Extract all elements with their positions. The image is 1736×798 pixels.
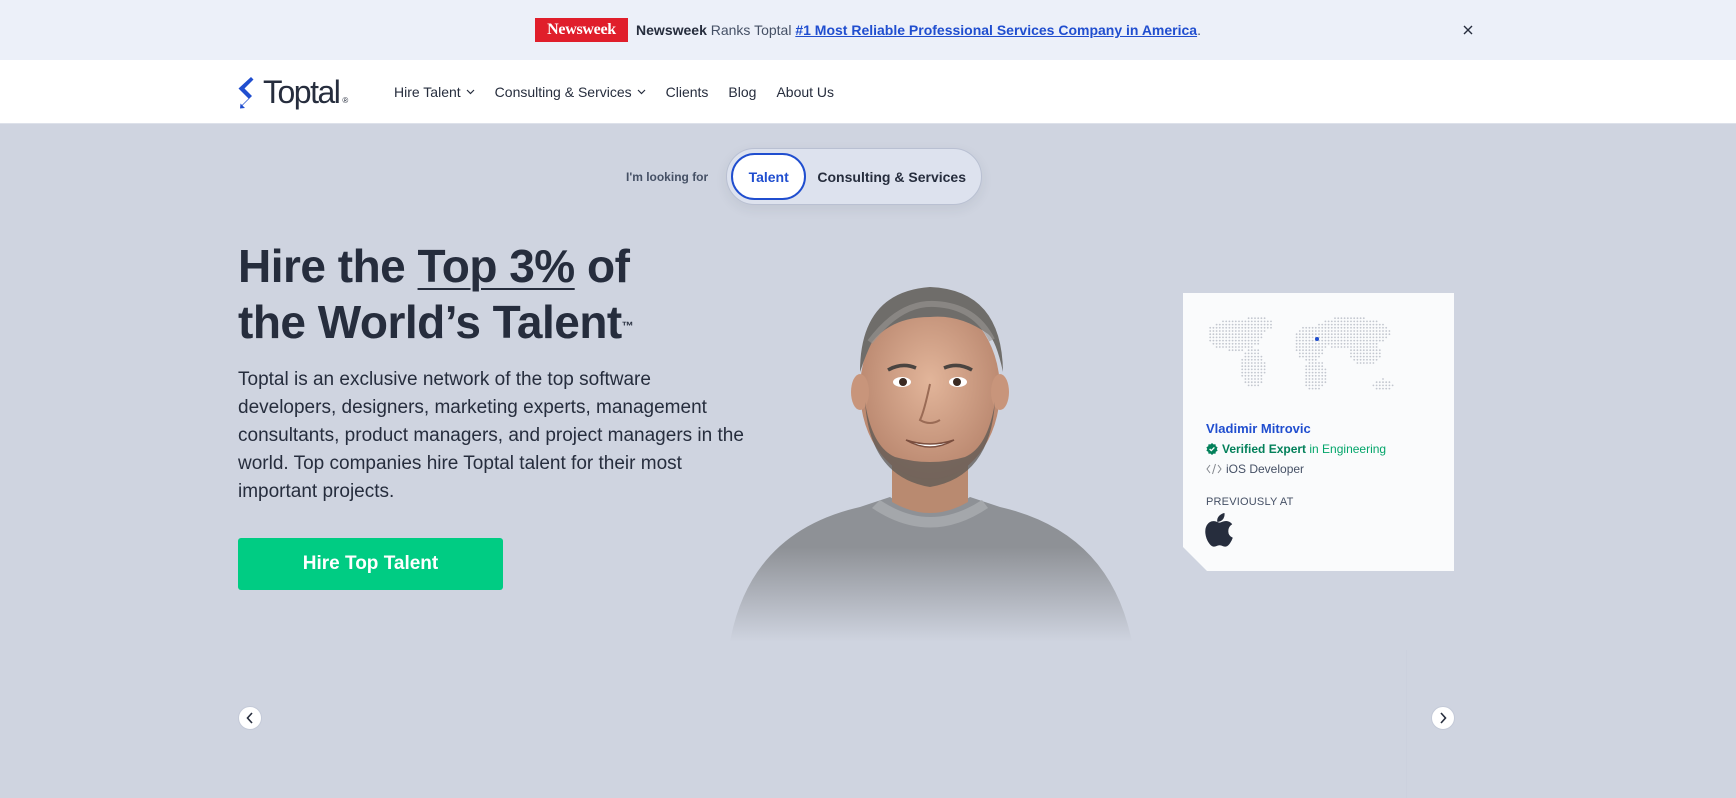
code-icon [1206, 463, 1222, 475]
location-marker-icon [1315, 337, 1319, 341]
verified-suffix: in Engineering [1306, 442, 1387, 456]
banner-trail: . [1197, 22, 1201, 38]
role-label: iOS Developer [1226, 462, 1305, 476]
carousel-prev-button[interactable] [238, 706, 262, 730]
chevron-left-icon [246, 712, 253, 724]
nav-label: Hire Talent [394, 84, 461, 100]
banner-close-button[interactable] [1456, 18, 1480, 42]
talent-card[interactable]: Vladimir Mitrovic Verified Expert in Eng… [1183, 293, 1454, 571]
site-header: Toptal ® Hire Talent Consulting & Servic… [0, 60, 1736, 124]
newsweek-logo: Newsweek [535, 18, 629, 42]
hero-title-part1: Hire the [238, 240, 418, 292]
carousel-divider [1406, 650, 1407, 798]
nav-label: About Us [776, 84, 835, 100]
toptal-logo[interactable]: Toptal ® [238, 74, 348, 111]
logo-registered-mark: ® [342, 96, 349, 105]
banner-content: Newsweek Newsweek Ranks Toptal #1 Most R… [535, 18, 1201, 42]
verified-badge-icon [1206, 443, 1218, 455]
talent-name: Vladimir Mitrovic [1206, 421, 1311, 436]
person-photo [720, 262, 1140, 642]
verified-expert-line: Verified Expert in Engineering [1206, 442, 1386, 456]
banner-link[interactable]: #1 Most Reliable Professional Services C… [795, 22, 1197, 38]
chevron-down-icon [466, 89, 475, 95]
chevron-down-icon [637, 89, 646, 95]
hero-description: Toptal is an exclusive network of the to… [238, 369, 744, 502]
talent-role: iOS Developer [1206, 462, 1304, 476]
looking-for-toggle: I'm looking for Talent Consulting & Serv… [626, 148, 983, 205]
banner-lead: Newsweek [636, 22, 707, 38]
carousel-next-button[interactable] [1431, 706, 1455, 730]
nav-label: Blog [728, 84, 757, 100]
verified-label: Verified Expert [1222, 442, 1307, 456]
verified-text: Verified Expert in Engineering [1222, 442, 1386, 456]
trademark-mark: ™ [621, 319, 634, 333]
toggle-option-consulting[interactable]: Consulting & Services [806, 153, 977, 200]
nav-label: Consulting & Services [494, 84, 632, 100]
chevron-right-icon [1440, 712, 1447, 724]
nav-clients[interactable]: Clients [666, 84, 709, 100]
close-icon [1463, 25, 1473, 35]
nav-hire-talent[interactable]: Hire Talent [394, 84, 475, 100]
hero-title-highlight: Top 3% [417, 240, 576, 292]
toggle-option-talent[interactable]: Talent [731, 153, 807, 200]
logo-wordmark: Toptal [263, 74, 341, 110]
nav-blog[interactable]: Blog [728, 84, 756, 100]
segmented-control: Talent Consulting & Services [726, 148, 983, 205]
banner-text: Newsweek Ranks Toptal #1 Most Reliable P… [636, 22, 1201, 38]
hero-title-line2: the World’s Talent [238, 296, 622, 348]
announcement-banner: Newsweek Newsweek Ranks Toptal #1 Most R… [0, 0, 1736, 60]
banner-middle: Ranks Toptal [706, 22, 796, 38]
toggle-label: I'm looking for [626, 169, 709, 184]
world-map-icon [1209, 317, 1394, 390]
toptal-mark-icon [238, 76, 254, 108]
nav-about-us[interactable]: About Us [776, 84, 834, 100]
talent-portrait [720, 262, 1140, 642]
nav-consulting-services[interactable]: Consulting & Services [495, 84, 646, 100]
main-nav: Hire Talent Consulting & Services Client… [394, 60, 834, 124]
nav-label: Clients [665, 84, 709, 100]
hire-top-talent-button[interactable]: Hire Top Talent [238, 538, 503, 590]
previously-at-label: PREVIOUSLY AT [1206, 496, 1294, 508]
apple-logo-icon [1205, 513, 1233, 547]
hero-title-part2: of [574, 240, 630, 292]
